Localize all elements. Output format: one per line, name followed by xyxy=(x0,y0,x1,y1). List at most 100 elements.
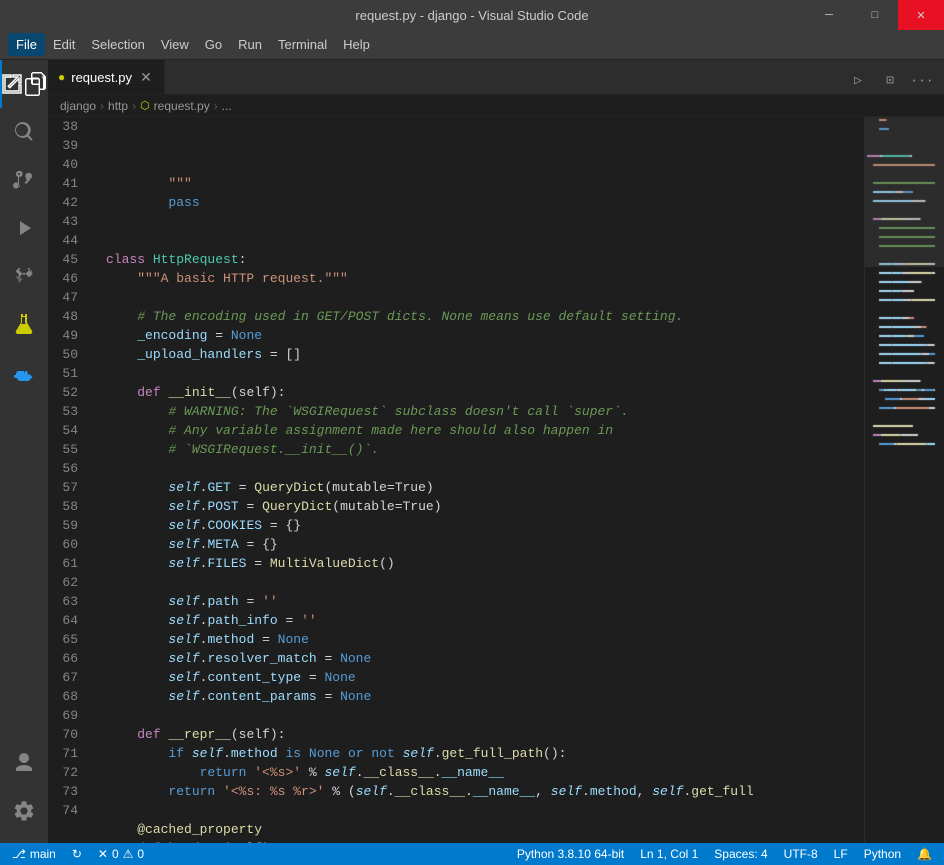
activity-testing[interactable] xyxy=(0,300,48,348)
status-encoding[interactable]: UTF-8 xyxy=(780,847,822,861)
code-line: if self.method is None or not self.get_f… xyxy=(106,744,864,763)
code-line: # `WSGIRequest.__init__()`. xyxy=(106,440,864,459)
line-number: 59 xyxy=(48,516,86,535)
close-button[interactable]: ✕ xyxy=(898,0,944,30)
line-number: 44 xyxy=(48,231,86,250)
breadcrumb: django › http › ⬡ request.py › ... xyxy=(48,95,944,117)
breadcrumb-filename[interactable]: request.py xyxy=(154,99,210,113)
menu-edit[interactable]: Edit xyxy=(45,33,83,56)
breadcrumb-sep-2: › xyxy=(132,99,136,113)
status-errors[interactable]: ✕ 0 ⚠ 0 xyxy=(94,847,148,861)
status-sync[interactable]: ↻ xyxy=(68,847,86,861)
status-bar: ⎇ main ↻ ✕ 0 ⚠ 0 Python 3.8.10 64-bit Ln… xyxy=(0,843,944,865)
activity-explorer[interactable] xyxy=(0,60,48,108)
code-line: self.path = '' xyxy=(106,592,864,611)
code-content[interactable]: """ pass class HttpRequest: """A basic H… xyxy=(98,117,864,843)
menu-run[interactable]: Run xyxy=(230,33,270,56)
tab-close-button[interactable]: ✕ xyxy=(138,69,154,85)
status-branch[interactable]: ⎇ main xyxy=(8,847,60,861)
code-line: """A basic HTTP request.""" xyxy=(106,269,864,288)
code-line: return '<%s>' % self.__class__.__name__ xyxy=(106,763,864,782)
status-line-col[interactable]: Ln 1, Col 1 xyxy=(636,847,702,861)
code-line: # Any variable assignment made here shou… xyxy=(106,421,864,440)
bell-icon: 🔔 xyxy=(917,847,932,861)
activity-docker[interactable] xyxy=(0,352,48,400)
menu-help[interactable]: Help xyxy=(335,33,378,56)
line-number: 48 xyxy=(48,307,86,326)
status-python[interactable]: Python 3.8.10 64-bit xyxy=(513,847,628,861)
status-language[interactable]: Python xyxy=(860,847,905,861)
code-line: self.content_type = None xyxy=(106,668,864,687)
menu-terminal[interactable]: Terminal xyxy=(270,33,335,56)
line-ending-label: LF xyxy=(834,847,848,861)
code-editor: 3839404142434445464748495051525354555657… xyxy=(48,117,944,843)
line-number: 54 xyxy=(48,421,86,440)
main-layout: ● request.py ✕ ▷ ⊡ ··· django › http › ⬡… xyxy=(0,60,944,843)
menu-bar: File Edit Selection View Go Run Terminal… xyxy=(0,30,944,60)
more-actions-button[interactable]: ··· xyxy=(908,66,936,94)
status-line-ending[interactable]: LF xyxy=(830,847,852,861)
code-line xyxy=(106,573,864,592)
code-line: pass xyxy=(106,193,864,212)
activity-settings[interactable] xyxy=(0,787,48,835)
code-line: self.resolver_match = None xyxy=(106,649,864,668)
line-number: 60 xyxy=(48,535,86,554)
maximize-button[interactable]: □ xyxy=(852,0,898,30)
line-number: 57 xyxy=(48,478,86,497)
minimap[interactable] xyxy=(864,117,944,843)
status-notifications[interactable]: 🔔 xyxy=(913,847,936,861)
tab-bar: ● request.py ✕ ▷ ⊡ ··· xyxy=(48,60,944,95)
line-numbers: 3839404142434445464748495051525354555657… xyxy=(48,117,98,843)
line-number: 64 xyxy=(48,611,86,630)
run-button[interactable]: ▷ xyxy=(844,66,872,94)
breadcrumb-django[interactable]: django xyxy=(60,99,96,113)
activity-run[interactable] xyxy=(0,204,48,252)
code-line: self.META = {} xyxy=(106,535,864,554)
line-number: 42 xyxy=(48,193,86,212)
line-number: 50 xyxy=(48,345,86,364)
line-number: 73 xyxy=(48,782,86,801)
code-line xyxy=(106,212,864,231)
tab-request-py[interactable]: ● request.py ✕ xyxy=(48,60,165,94)
activity-account[interactable] xyxy=(0,739,48,787)
menu-go[interactable]: Go xyxy=(197,33,230,56)
minimize-button[interactable]: ─ xyxy=(806,0,852,30)
activity-search[interactable] xyxy=(0,108,48,156)
error-count: 0 xyxy=(112,847,119,861)
line-number: 49 xyxy=(48,326,86,345)
minimap-viewport xyxy=(865,117,944,267)
breadcrumb-http[interactable]: http xyxy=(108,99,128,113)
code-line: _encoding = None xyxy=(106,326,864,345)
line-number: 41 xyxy=(48,174,86,193)
tab-file-icon: ● xyxy=(58,70,65,84)
line-number: 65 xyxy=(48,630,86,649)
code-line: """ xyxy=(106,174,864,193)
menu-selection[interactable]: Selection xyxy=(83,33,152,56)
code-line: _upload_handlers = [] xyxy=(106,345,864,364)
menu-file[interactable]: File xyxy=(8,33,45,56)
code-line: @cached_property xyxy=(106,820,864,839)
line-number: 51 xyxy=(48,364,86,383)
code-line: # The encoding used in GET/POST dicts. N… xyxy=(106,307,864,326)
code-line: def __init__(self): xyxy=(106,383,864,402)
code-line: def __repr__(self): xyxy=(106,725,864,744)
code-line xyxy=(106,801,864,820)
activity-extensions[interactable] xyxy=(0,252,48,300)
breadcrumb-symbol[interactable]: ... xyxy=(222,99,232,113)
line-number: 55 xyxy=(48,440,86,459)
line-number: 40 xyxy=(48,155,86,174)
split-editor-button[interactable]: ⊡ xyxy=(876,66,904,94)
minimap-content xyxy=(865,117,944,843)
window-controls: ─ □ ✕ xyxy=(806,0,944,30)
code-line: self.method = None xyxy=(106,630,864,649)
line-number: 68 xyxy=(48,687,86,706)
language-label: Python xyxy=(864,847,901,861)
menu-view[interactable]: View xyxy=(153,33,197,56)
code-line xyxy=(106,706,864,725)
code-line: self.POST = QueryDict(mutable=True) xyxy=(106,497,864,516)
code-line xyxy=(106,288,864,307)
sync-icon: ↻ xyxy=(72,847,82,861)
activity-source-control[interactable] xyxy=(0,156,48,204)
status-spaces[interactable]: Spaces: 4 xyxy=(710,847,771,861)
activity-bar xyxy=(0,60,48,843)
